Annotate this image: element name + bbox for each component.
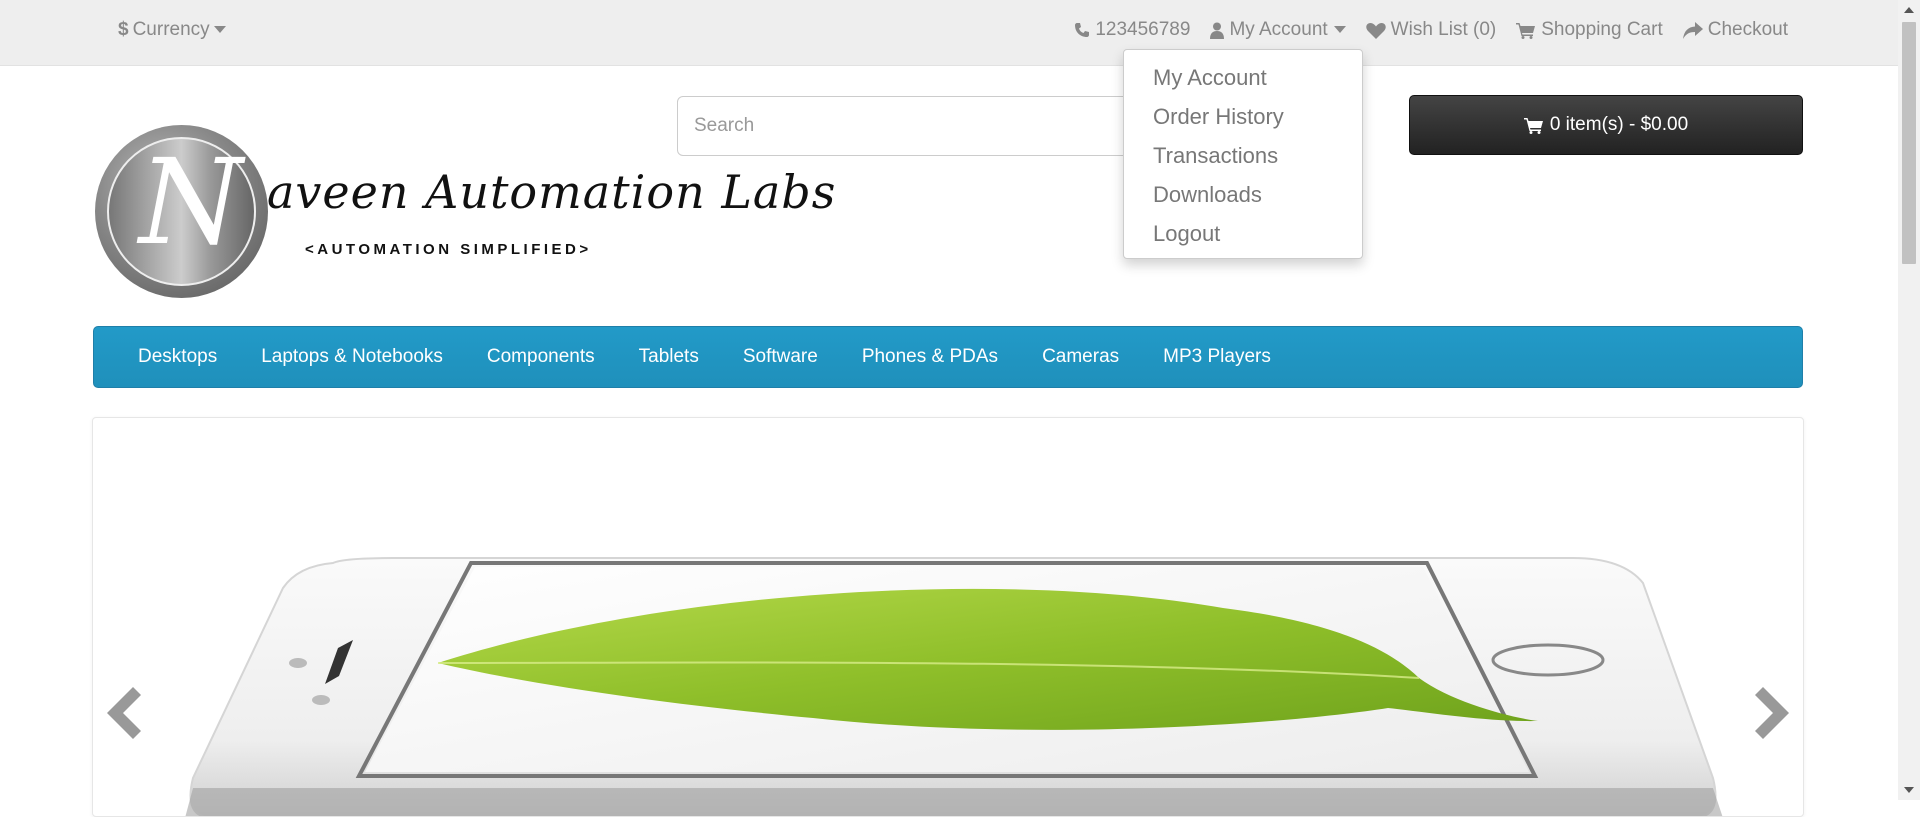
site-logo[interactable]: N aveen Automation Labs <AUTOMATION SIMP…	[95, 125, 835, 300]
slideshow-next-button[interactable]	[1751, 683, 1795, 743]
chevron-left-icon	[107, 687, 141, 739]
dropdown-item-transactions[interactable]: Transactions	[1124, 136, 1362, 175]
currency-dropdown[interactable]: $ Currency	[118, 0, 231, 60]
dropdown-item-downloads[interactable]: Downloads	[1124, 175, 1362, 214]
dropdown-item-order-history[interactable]: Order History	[1124, 97, 1362, 136]
shopping-cart-link[interactable]: Shopping Cart	[1516, 19, 1663, 41]
share-icon	[1682, 21, 1703, 39]
cart-icon	[1523, 117, 1543, 134]
slide-image-phone	[185, 557, 1723, 816]
scroll-down-arrow-icon[interactable]	[1898, 780, 1920, 800]
cart-total-label: 0 item(s) - $0.00	[1549, 114, 1689, 135]
my-account-link[interactable]: My Account	[1210, 19, 1346, 41]
chevron-right-icon	[1755, 687, 1789, 739]
menu-item-phones-pdas[interactable]: Phones & PDAs	[840, 346, 1020, 368]
caret-down-icon	[1333, 26, 1346, 33]
top-bar: $ Currency 123456789 My Account Wish Lis…	[0, 0, 1898, 66]
my-account-label: My Account	[1229, 19, 1328, 40]
menu-item-mp3-players[interactable]: MP3 Players	[1141, 346, 1293, 368]
heart-icon	[1365, 22, 1386, 39]
wishlist-link[interactable]: Wish List (0)	[1365, 19, 1497, 41]
checkout-link[interactable]: Checkout	[1682, 19, 1788, 41]
menu-item-components[interactable]: Components	[465, 346, 617, 368]
currency-label: Currency	[132, 19, 210, 40]
main-menu: Desktops Laptops & Notebooks Components …	[93, 326, 1803, 388]
shopping-cart-label: Shopping Cart	[1541, 19, 1663, 40]
caret-down-icon	[213, 26, 226, 33]
logo-title: aveen Automation Labs	[267, 165, 837, 219]
dollar-icon: $	[118, 19, 129, 40]
logo-emblem: N	[95, 125, 268, 298]
phone-number: 123456789	[1095, 19, 1191, 40]
phone-icon	[1075, 23, 1090, 37]
slideshow	[92, 417, 1804, 817]
cart-icon	[1516, 22, 1536, 39]
menu-item-laptops-notebooks[interactable]: Laptops & Notebooks	[239, 346, 465, 368]
wishlist-label: Wish List (0)	[1390, 19, 1497, 40]
menu-item-tablets[interactable]: Tablets	[617, 346, 721, 368]
logo-tagline: <AUTOMATION SIMPLIFIED>	[305, 241, 592, 258]
logo-letter: N	[139, 133, 243, 271]
page-scrollbar[interactable]	[1898, 0, 1920, 800]
menu-item-software[interactable]: Software	[721, 346, 840, 368]
scroll-up-arrow-icon[interactable]	[1898, 0, 1920, 20]
account-dropdown-menu: My Account Order History Transactions Do…	[1123, 49, 1363, 259]
menu-item-desktops[interactable]: Desktops	[116, 346, 239, 368]
checkout-label: Checkout	[1707, 19, 1788, 40]
dropdown-item-logout[interactable]: Logout	[1124, 214, 1362, 253]
menu-item-cameras[interactable]: Cameras	[1020, 346, 1141, 368]
scrollbar-thumb[interactable]	[1902, 22, 1916, 264]
user-icon	[1210, 22, 1225, 39]
dropdown-item-my-account[interactable]: My Account	[1124, 58, 1362, 97]
slideshow-prev-button[interactable]	[101, 683, 145, 743]
phone-link[interactable]: 123456789	[1074, 19, 1190, 41]
cart-button[interactable]: 0 item(s) - $0.00	[1409, 95, 1803, 155]
